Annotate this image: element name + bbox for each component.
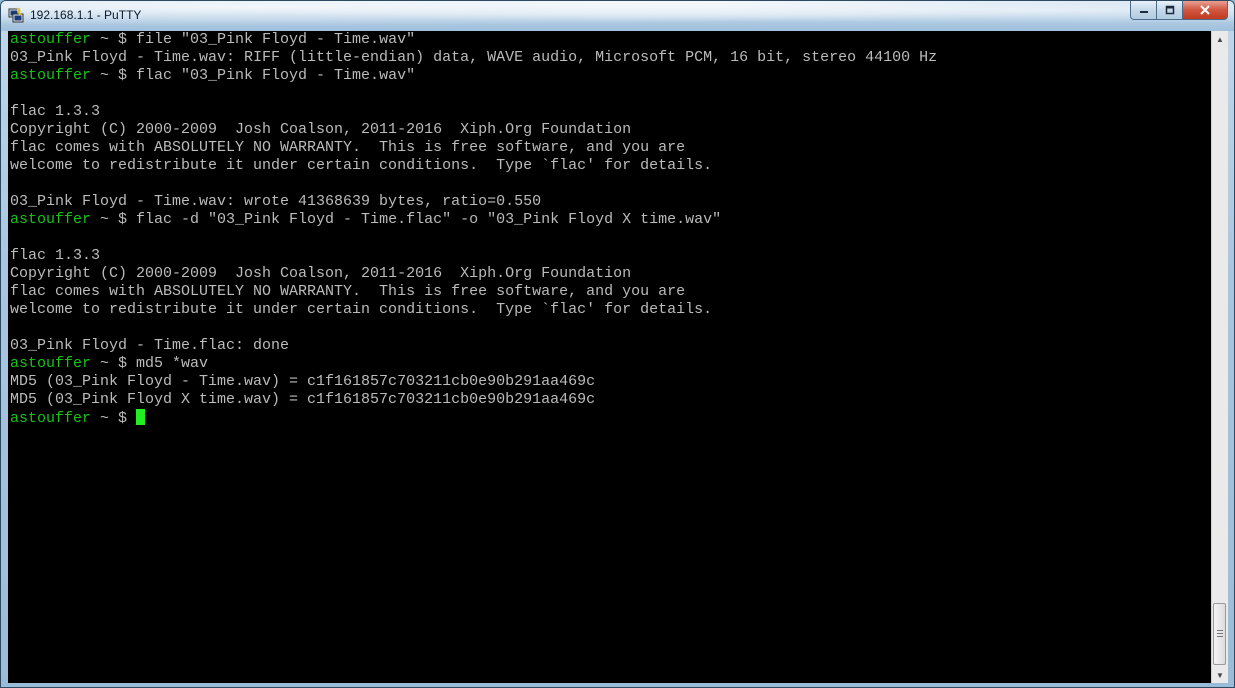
- maximize-icon: [1165, 5, 1174, 15]
- terminal-output[interactable]: astouffer ~ $ file "03_Pink Floyd - Time…: [8, 31, 1211, 683]
- terminal-line-text: Copyright (C) 2000-2009 Josh Coalson, 20…: [10, 265, 632, 282]
- terminal-line-text: flac 1.3.3: [10, 247, 101, 264]
- close-button[interactable]: [1183, 1, 1228, 20]
- terminal-line: astouffer ~ $ md5 *wav: [8, 355, 1211, 373]
- scroll-up-arrow-icon[interactable]: ▲: [1212, 31, 1228, 47]
- terminal-line-text: ~ $ flac "03_Pink Floyd - Time.wav": [91, 67, 416, 84]
- close-icon: [1200, 5, 1210, 15]
- terminal-line: welcome to redistribute it under certain…: [8, 301, 1211, 319]
- putty-window: 192.168.1.1 - PuTTY astouffer ~ $ file "…: [0, 0, 1235, 688]
- putty-icon[interactable]: [8, 7, 24, 23]
- terminal-line: MD5 (03_Pink Floyd - Time.wav) = c1f1618…: [8, 373, 1211, 391]
- terminal-line: flac comes with ABSOLUTELY NO WARRANTY. …: [8, 283, 1211, 301]
- terminal-line-text: Copyright (C) 2000-2009 Josh Coalson, 20…: [10, 121, 632, 138]
- vertical-scrollbar[interactable]: ▲ ▼: [1211, 31, 1228, 683]
- terminal-line-text: ~ $ flac -d "03_Pink Floyd - Time.flac" …: [91, 211, 722, 228]
- scroll-down-arrow-icon[interactable]: ▼: [1212, 667, 1228, 683]
- terminal-line: flac 1.3.3: [8, 103, 1211, 121]
- scrollbar-thumb[interactable]: [1213, 603, 1226, 665]
- terminal-line-text: flac comes with ABSOLUTELY NO WARRANTY. …: [10, 283, 686, 300]
- terminal-line: MD5 (03_Pink Floyd X time.wav) = c1f1618…: [8, 391, 1211, 409]
- terminal-line-text: flac comes with ABSOLUTELY NO WARRANTY. …: [10, 139, 686, 156]
- terminal-line-text: MD5 (03_Pink Floyd - Time.wav) = c1f1618…: [10, 373, 596, 390]
- terminal-line: 03_Pink Floyd - Time.wav: RIFF (little-e…: [8, 49, 1211, 67]
- shell-prompt-user: astouffer: [10, 211, 92, 228]
- terminal-line-text: flac 1.3.3: [10, 103, 101, 120]
- window-title: 192.168.1.1 - PuTTY: [30, 8, 142, 22]
- shell-prompt-user: astouffer: [10, 67, 92, 84]
- terminal-line: flac comes with ABSOLUTELY NO WARRANTY. …: [8, 139, 1211, 157]
- terminal-line-text: 03_Pink Floyd - Time.wav: RIFF (little-e…: [10, 49, 938, 66]
- minimize-button[interactable]: [1130, 1, 1157, 20]
- title-bar[interactable]: 192.168.1.1 - PuTTY: [1, 1, 1234, 31]
- shell-prompt-user: astouffer: [10, 410, 92, 427]
- terminal-line-text: welcome to redistribute it under certain…: [10, 157, 713, 174]
- terminal-line-text: ~ $ file "03_Pink Floyd - Time.wav": [91, 31, 416, 48]
- terminal-line: Copyright (C) 2000-2009 Josh Coalson, 20…: [8, 265, 1211, 283]
- shell-prompt-user: astouffer: [10, 355, 92, 372]
- terminal-line: flac 1.3.3: [8, 247, 1211, 265]
- terminal-line: astouffer ~ $ flac -d "03_Pink Floyd - T…: [8, 211, 1211, 229]
- terminal-line-text: 03_Pink Floyd - Time.flac: done: [10, 337, 290, 354]
- terminal-line: astouffer ~ $: [8, 409, 1211, 427]
- thumb-grip: [1217, 633, 1223, 634]
- terminal-line: astouffer ~ $ flac "03_Pink Floyd - Time…: [8, 67, 1211, 85]
- maximize-button[interactable]: [1157, 1, 1183, 20]
- terminal-line-text: 03_Pink Floyd - Time.wav: wrote 41368639…: [10, 193, 542, 210]
- terminal-line-text: ~ $ md5 *wav: [91, 355, 209, 372]
- terminal-line: Copyright (C) 2000-2009 Josh Coalson, 20…: [8, 121, 1211, 139]
- terminal-line-text: welcome to redistribute it under certain…: [10, 301, 713, 318]
- shell-prompt-user: astouffer: [10, 31, 92, 48]
- terminal-line: 03_Pink Floyd - Time.wav: wrote 41368639…: [8, 193, 1211, 211]
- thumb-grip: [1217, 630, 1223, 631]
- terminal-cursor: [136, 409, 146, 425]
- terminal-line: 03_Pink Floyd - Time.flac: done: [8, 337, 1211, 355]
- thumb-grip: [1217, 636, 1223, 637]
- terminal-line-text: ~ $: [91, 410, 137, 427]
- terminal-line: astouffer ~ $ file "03_Pink Floyd - Time…: [8, 31, 1211, 49]
- caption-buttons: [1130, 1, 1228, 21]
- minimize-icon: [1139, 11, 1148, 13]
- terminal-line: welcome to redistribute it under certain…: [8, 157, 1211, 175]
- terminal-line-text: MD5 (03_Pink Floyd X time.wav) = c1f1618…: [10, 391, 596, 408]
